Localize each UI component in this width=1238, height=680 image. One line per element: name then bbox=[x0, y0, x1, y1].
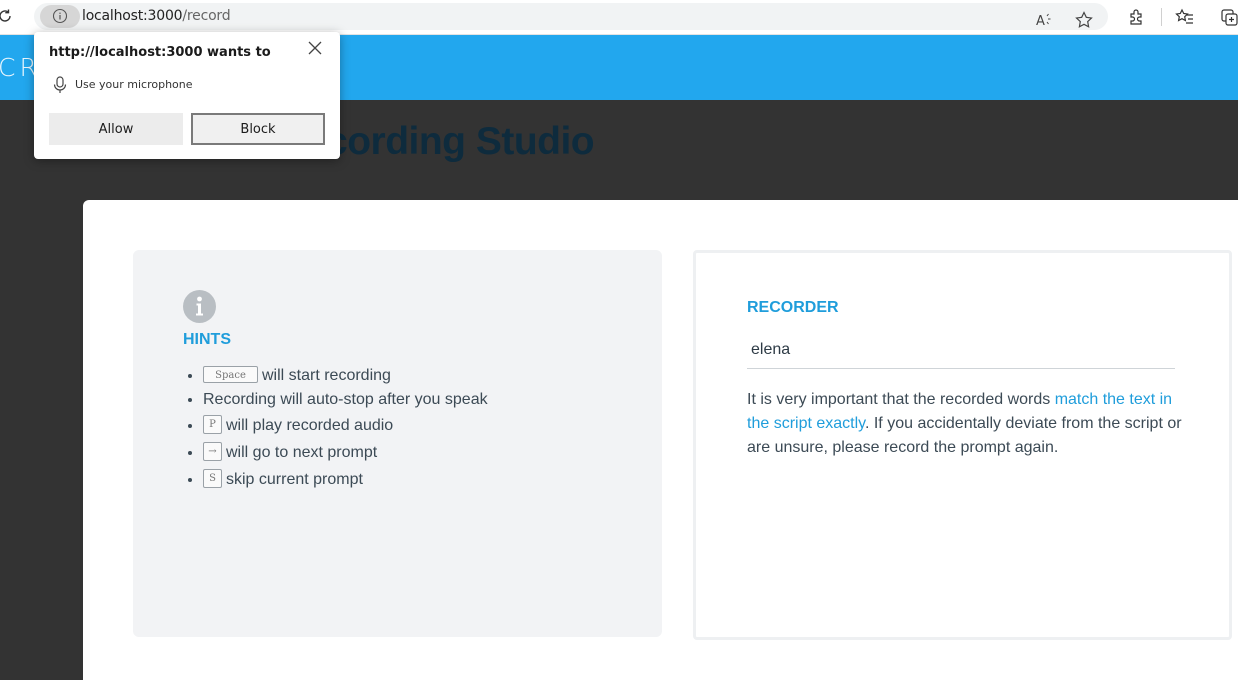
toolbar-separator bbox=[1161, 8, 1162, 26]
svg-text:A: A bbox=[1036, 14, 1045, 29]
microphone-permission-popup: http://localhost:3000 wants to Use your … bbox=[34, 32, 340, 159]
browser-toolbar: localhost:3000/record A bbox=[0, 0, 1238, 35]
page-title: cording Studio bbox=[326, 120, 595, 163]
popup-title: http://localhost:3000 wants to bbox=[49, 45, 271, 60]
hint-item-auto-stop: Recording will auto-stop after you speak bbox=[203, 388, 488, 412]
s-key-icon: S bbox=[203, 469, 222, 489]
extensions-icon[interactable] bbox=[1127, 7, 1147, 27]
hint-text: will go to next prompt bbox=[226, 444, 378, 461]
hint-item-space: Spacewill start recording bbox=[203, 364, 488, 388]
block-button[interactable]: Block bbox=[191, 113, 325, 145]
hints-list: Spacewill start recording Recording will… bbox=[183, 364, 488, 493]
address-bar[interactable]: localhost:3000/record A bbox=[34, 3, 1108, 30]
url-text[interactable]: localhost:3000/record bbox=[82, 8, 231, 24]
favorites-icon[interactable] bbox=[1175, 7, 1195, 27]
hint-text: will play recorded audio bbox=[226, 417, 394, 434]
recorder-instructions: It is very important that the recorded w… bbox=[747, 388, 1183, 460]
instructions-text: It is very important that the recorded w… bbox=[747, 391, 1055, 408]
hints-panel: HINTS Spacewill start recording Recordin… bbox=[133, 250, 662, 637]
hint-item-skip: Sskip current prompt bbox=[203, 466, 488, 493]
arrow-right-key-icon: → bbox=[203, 442, 222, 462]
collections-icon[interactable] bbox=[1219, 7, 1238, 27]
hint-text: will start recording bbox=[262, 367, 391, 384]
url-host: localhost:3000 bbox=[82, 8, 183, 24]
recorder-title: RECORDER bbox=[747, 299, 839, 316]
info-icon bbox=[183, 290, 216, 323]
close-icon[interactable] bbox=[307, 40, 323, 56]
site-info-button[interactable] bbox=[40, 5, 80, 28]
recorder-panel: RECORDER It is very important that the r… bbox=[693, 250, 1232, 640]
hint-text: skip current prompt bbox=[226, 471, 363, 488]
p-key-icon: P bbox=[203, 415, 222, 435]
site-info-icon bbox=[52, 8, 68, 24]
reload-icon[interactable] bbox=[0, 7, 14, 25]
microphone-icon bbox=[53, 76, 67, 93]
main-card: HINTS Spacewill start recording Recordin… bbox=[83, 200, 1238, 680]
read-aloud-icon[interactable]: A bbox=[1034, 10, 1054, 30]
space-key-icon: Space bbox=[203, 366, 258, 384]
favorite-star-icon[interactable] bbox=[1074, 10, 1094, 30]
url-path: /record bbox=[182, 8, 231, 24]
allow-button[interactable]: Allow bbox=[49, 113, 183, 145]
hints-title: HINTS bbox=[183, 331, 231, 348]
hint-item-next: →will go to next prompt bbox=[203, 439, 488, 466]
permission-text: Use your microphone bbox=[75, 78, 193, 91]
hint-item-play: Pwill play recorded audio bbox=[203, 412, 488, 439]
recorder-name-input[interactable] bbox=[747, 331, 1175, 369]
hint-text: Recording will auto-stop after you speak bbox=[203, 391, 488, 408]
